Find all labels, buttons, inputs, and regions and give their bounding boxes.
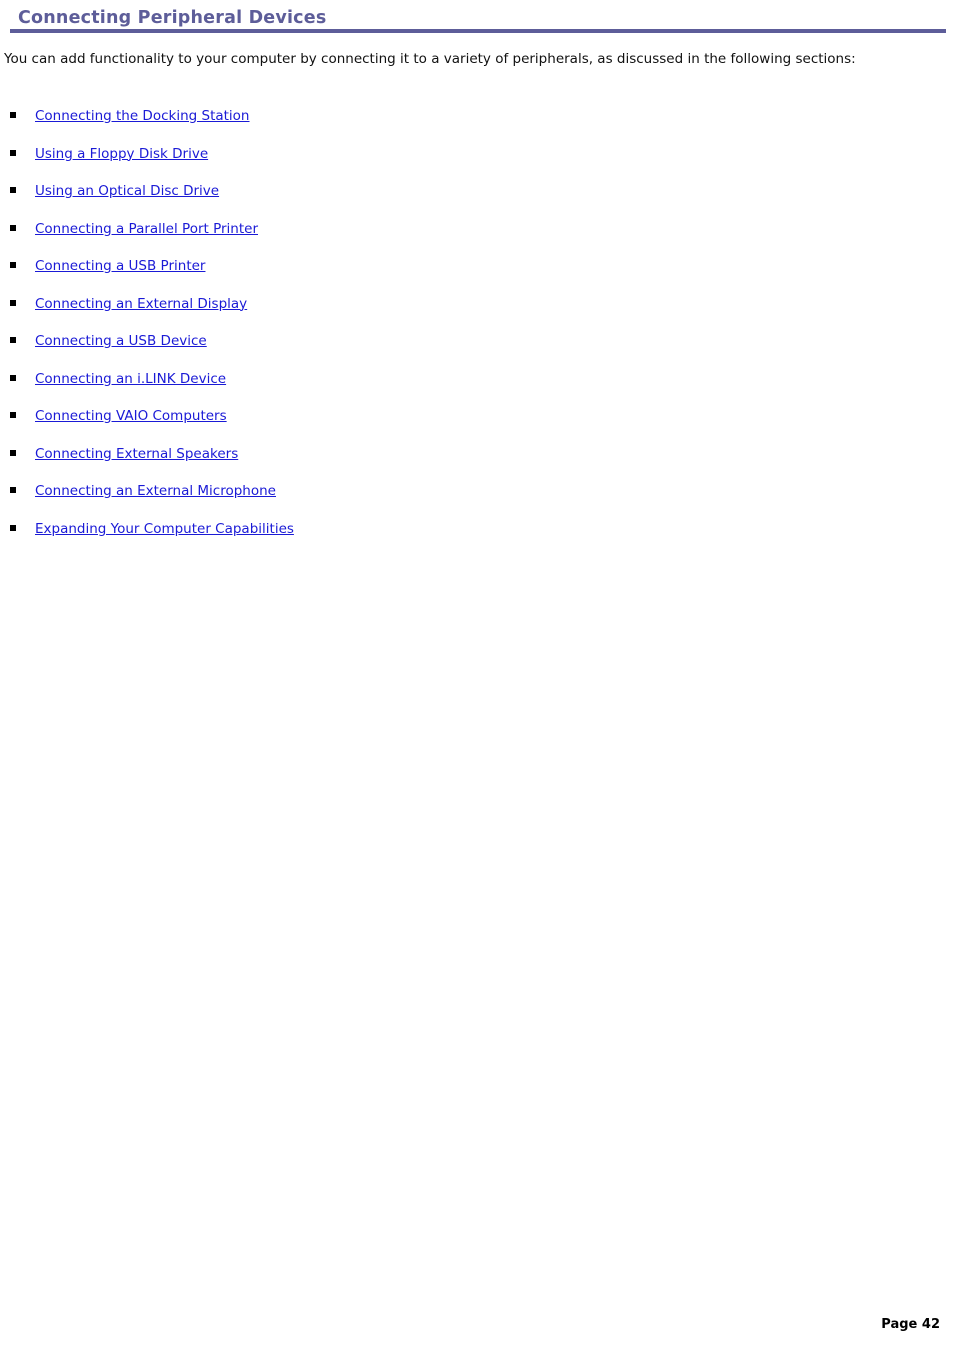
list-item: Connecting an External Display [0, 293, 700, 331]
page-footer: Page 42 [0, 1313, 944, 1333]
list-item: Connecting an External Microphone [0, 480, 700, 518]
page-header: Connecting Peripheral Devices [0, 0, 954, 38]
list-item: Using an Optical Disc Drive [0, 180, 700, 218]
section-link-list: Connecting the Docking Station Using a F… [0, 105, 700, 555]
square-bullet-icon [10, 262, 16, 268]
square-bullet-icon [10, 299, 16, 306]
section-link-floppy-disk-drive[interactable]: Using a Floppy Disk Drive [35, 145, 208, 163]
section-link-docking-station[interactable]: Connecting the Docking Station [35, 107, 250, 125]
list-item: Connecting External Speakers [0, 443, 700, 481]
title-divider [10, 29, 946, 33]
list-item: Expanding Your Computer Capabilities [0, 518, 700, 556]
list-item: Connecting VAIO Computers [0, 405, 700, 443]
list-item: Connecting a USB Printer [0, 255, 700, 293]
square-bullet-icon [10, 337, 16, 343]
section-link-optical-disc-drive[interactable]: Using an Optical Disc Drive [35, 182, 219, 200]
square-bullet-icon [10, 449, 16, 456]
square-bullet-icon [10, 412, 16, 418]
section-link-parallel-port-printer[interactable]: Connecting a Parallel Port Printer [35, 220, 258, 238]
page-number: Page 42 [881, 1317, 940, 1332]
section-link-external-speakers[interactable]: Connecting External Speakers [35, 445, 238, 463]
section-link-external-display[interactable]: Connecting an External Display [35, 295, 247, 313]
section-link-expanding-capabilities[interactable]: Expanding Your Computer Capabilities [35, 520, 294, 538]
square-bullet-icon [10, 524, 16, 531]
square-bullet-icon [10, 149, 16, 156]
square-bullet-icon [10, 374, 16, 381]
square-bullet-icon [10, 487, 16, 493]
section-link-external-microphone[interactable]: Connecting an External Microphone [35, 482, 276, 500]
square-bullet-icon [10, 224, 16, 231]
square-bullet-icon [10, 187, 16, 193]
list-item: Connecting the Docking Station [0, 105, 700, 143]
page-title: Connecting Peripheral Devices [18, 8, 327, 28]
square-bullet-icon [10, 112, 16, 118]
list-item: Connecting an i.LINK Device [0, 368, 700, 406]
list-item: Using a Floppy Disk Drive [0, 143, 700, 181]
section-link-usb-printer[interactable]: Connecting a USB Printer [35, 257, 205, 275]
section-link-vaio-computers[interactable]: Connecting VAIO Computers [35, 407, 227, 425]
section-link-ilink-device[interactable]: Connecting an i.LINK Device [35, 370, 226, 388]
section-link-usb-device[interactable]: Connecting a USB Device [35, 332, 207, 350]
list-item: Connecting a USB Device [0, 330, 700, 368]
intro-paragraph: You can add functionality to your comput… [4, 51, 856, 67]
list-item: Connecting a Parallel Port Printer [0, 218, 700, 256]
